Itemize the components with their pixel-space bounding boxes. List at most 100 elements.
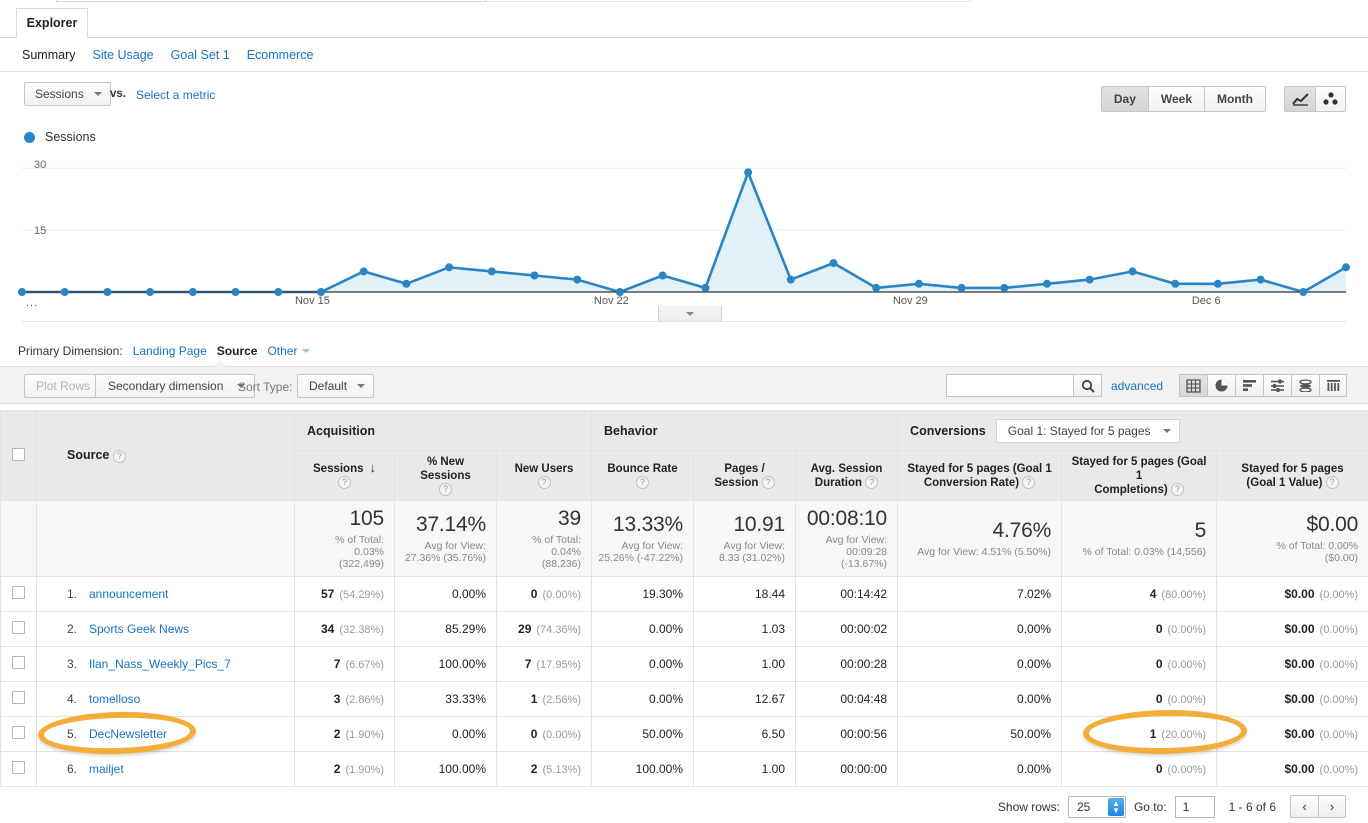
- column-header-sessions[interactable]: Sessions ↓ ?: [294, 450, 395, 501]
- chart-point[interactable]: [487, 267, 496, 276]
- granularity-day[interactable]: Day: [1100, 86, 1148, 112]
- row-checkbox-cell[interactable]: [0, 716, 37, 752]
- chart-point[interactable]: [18, 288, 26, 296]
- help-icon[interactable]: ?: [636, 475, 650, 489]
- primary-dimension-source[interactable]: Source: [217, 344, 258, 358]
- chart-point[interactable]: [359, 267, 368, 276]
- table-row[interactable]: 1. announcement 57 (54.29%) 0.00% 0 (0.00%) 19.…: [0, 576, 1368, 612]
- chart-point[interactable]: [701, 283, 710, 292]
- column-header-goal1-completions[interactable]: Stayed for 5 pages (Goal 1 Completions) …: [1061, 450, 1218, 501]
- row-source-link[interactable]: announcement: [89, 587, 168, 601]
- select-all-header[interactable]: [0, 410, 37, 501]
- row-source-link[interactable]: Sports Geek News: [89, 622, 189, 636]
- table-row[interactable]: 4. tomelloso 3 (2.86%) 33.33% 1 (2.56%) 0.00% 12…: [0, 681, 1368, 717]
- help-icon[interactable]: ?: [1170, 482, 1184, 496]
- bar-view-icon[interactable]: [1235, 374, 1263, 397]
- chart-point[interactable]: [146, 288, 155, 296]
- table-row[interactable]: 6. mailjet 2 (1.90%) 100.00% 2 (5.13%) 100.00% 1…: [0, 751, 1368, 787]
- show-rows-select[interactable]: 25 ▲ ▼: [1067, 795, 1126, 818]
- granularity-month[interactable]: Month: [1204, 86, 1266, 112]
- table-row[interactable]: 5. DecNewsletter 2 (1.90%) 0.00% 0 (0.00%) 50.0…: [0, 716, 1368, 752]
- select-all-checkbox[interactable]: [12, 447, 25, 461]
- column-header-avg-session-duration[interactable]: Avg. Session Duration ?: [795, 450, 899, 501]
- line-chart-icon[interactable]: [1284, 86, 1315, 112]
- subtab-site-usage[interactable]: Site Usage: [92, 48, 153, 62]
- column-header-bounce-rate[interactable]: Bounce Rate ?: [591, 450, 695, 501]
- chart-point[interactable]: [402, 279, 411, 288]
- table-row[interactable]: 2. Sports Geek News 34 (32.38%) 85.29% 29 (74.…: [0, 611, 1368, 647]
- chart-point[interactable]: [1171, 279, 1180, 288]
- chart-point[interactable]: [445, 263, 454, 272]
- chart-point[interactable]: [60, 288, 69, 296]
- column-header-new-sessions-pct[interactable]: % New Sessions ?: [394, 450, 497, 501]
- prev-page-button[interactable]: ‹: [1290, 795, 1318, 818]
- chart-point[interactable]: [231, 288, 240, 296]
- chart-point[interactable]: [188, 288, 197, 296]
- chart-point[interactable]: [914, 279, 923, 288]
- table-row[interactable]: 3. Ilan_Nass_Weekly_Pics_7 7 (6.67%) 100.00%…: [0, 646, 1368, 682]
- help-icon[interactable]: ?: [761, 475, 775, 489]
- row-source-link[interactable]: tomelloso: [89, 692, 140, 706]
- help-icon[interactable]: ?: [1022, 475, 1036, 489]
- chart-point[interactable]: [1213, 279, 1222, 288]
- subtab-goal-set-1[interactable]: Goal Set 1: [171, 48, 230, 62]
- column-header-goal1-value[interactable]: Stayed for 5 pages (Goal 1 Value) ?: [1216, 450, 1368, 501]
- help-icon[interactable]: ?: [112, 449, 126, 463]
- sessions-line-chart[interactable]: [0, 152, 1368, 312]
- tab-explorer[interactable]: Explorer: [16, 8, 88, 38]
- help-icon[interactable]: ?: [439, 482, 452, 496]
- subtab-ecommerce[interactable]: Ecommerce: [247, 48, 314, 62]
- row-checkbox[interactable]: [12, 621, 25, 634]
- chart-point[interactable]: [957, 283, 966, 292]
- secondary-dimension-button[interactable]: Secondary dimension: [95, 374, 256, 398]
- row-checkbox-cell[interactable]: [0, 611, 37, 647]
- row-checkbox[interactable]: [12, 726, 25, 739]
- chart-point[interactable]: [1342, 263, 1350, 272]
- row-checkbox-cell[interactable]: [0, 646, 37, 682]
- chart-point[interactable]: [1085, 275, 1094, 284]
- next-page-button[interactable]: ›: [1318, 795, 1346, 818]
- column-header-new-users[interactable]: New Users ?: [495, 450, 593, 501]
- help-icon[interactable]: ?: [338, 476, 351, 490]
- pivot-view-icon[interactable]: [1319, 374, 1347, 397]
- advanced-link[interactable]: advanced: [1111, 379, 1163, 393]
- chart-point[interactable]: [103, 288, 112, 296]
- chart-point[interactable]: [1299, 288, 1308, 296]
- row-checkbox[interactable]: [12, 691, 25, 704]
- chart-point[interactable]: [658, 271, 667, 280]
- row-source-link[interactable]: DecNewsletter: [89, 727, 167, 741]
- metric-select-sessions[interactable]: Sessions: [24, 82, 111, 106]
- row-checkbox[interactable]: [12, 761, 25, 774]
- stepper-icon[interactable]: ▲ ▼: [1107, 797, 1124, 816]
- performance-view-icon[interactable]: [1291, 374, 1319, 397]
- row-checkbox-cell[interactable]: [0, 681, 37, 717]
- chart-point[interactable]: [1043, 279, 1051, 288]
- chart-collapse-handle[interactable]: [658, 306, 722, 322]
- primary-dimension-other[interactable]: Other: [267, 344, 297, 358]
- row-source-link[interactable]: mailjet: [89, 762, 124, 776]
- comparison-view-icon[interactable]: [1263, 374, 1291, 397]
- chart-point[interactable]: [530, 271, 539, 280]
- column-header-goal1-conversion-rate[interactable]: Stayed for 5 pages (Goal 1 Conversion Ra…: [897, 450, 1063, 501]
- goal-select[interactable]: Goal 1: Stayed for 5 pages: [995, 418, 1180, 443]
- help-icon[interactable]: ?: [1325, 475, 1339, 489]
- row-checkbox[interactable]: [12, 656, 25, 669]
- chart-point[interactable]: [872, 283, 881, 292]
- sort-type-select[interactable]: Default: [297, 374, 375, 398]
- row-source-link[interactable]: Ilan_Nass_Weekly_Pics_7: [89, 657, 231, 671]
- subtab-summary[interactable]: Summary: [22, 48, 75, 62]
- chart-point[interactable]: [1000, 283, 1009, 292]
- chart-point[interactable]: [786, 275, 795, 284]
- motion-chart-icon[interactable]: [1315, 86, 1346, 112]
- column-header-pages-session[interactable]: Pages / Session ?: [693, 450, 797, 501]
- plot-rows-button[interactable]: Plot Rows: [24, 374, 103, 398]
- row-checkbox[interactable]: [12, 586, 25, 599]
- primary-dimension-landing-page[interactable]: Landing Page: [133, 344, 207, 358]
- row-checkbox-cell[interactable]: [0, 576, 37, 612]
- select-a-metric-link[interactable]: Select a metric: [136, 88, 215, 102]
- help-icon[interactable]: ?: [537, 475, 551, 489]
- goto-page-input[interactable]: 1: [1174, 795, 1215, 818]
- chart-point[interactable]: [573, 275, 582, 284]
- chart-point[interactable]: [744, 168, 753, 177]
- help-icon[interactable]: ?: [865, 475, 879, 489]
